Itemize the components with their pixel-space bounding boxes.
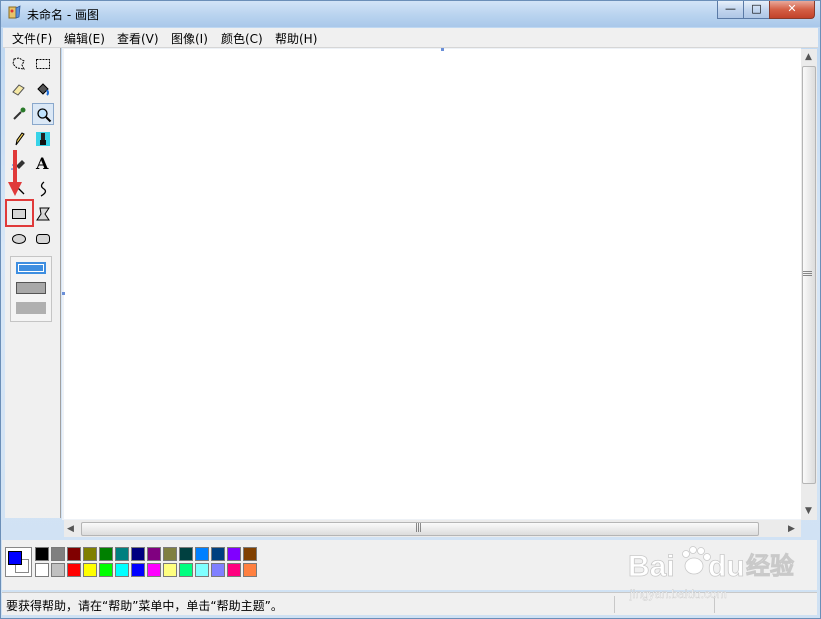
brush-icon <box>36 132 50 146</box>
svg-text:经验: 经验 <box>746 552 794 580</box>
ellipse-icon <box>12 234 26 244</box>
color-swatch[interactable] <box>243 547 257 561</box>
menu-image[interactable]: 图像(I) <box>171 30 208 47</box>
color-swatch[interactable] <box>67 547 81 561</box>
color-swatch[interactable] <box>115 547 129 561</box>
maximize-button[interactable]: □ <box>743 1 770 19</box>
resize-handle-top[interactable] <box>441 48 444 51</box>
color-swatch[interactable] <box>179 547 193 561</box>
baidu-jingyan-watermark: Bai du 经验 jingyan.baidu.com <box>622 536 812 606</box>
color-swatch[interactable] <box>51 547 65 561</box>
curve-icon <box>40 181 47 197</box>
tool-brush[interactable] <box>32 128 54 150</box>
magnifier-icon <box>37 108 52 123</box>
close-icon: ✕ <box>787 2 797 15</box>
foreground-color-swatch[interactable] <box>8 551 22 565</box>
tool-rounded-rect[interactable] <box>32 228 54 250</box>
color-swatch[interactable] <box>211 547 225 561</box>
menu-view[interactable]: 查看(V) <box>117 30 159 47</box>
rectangle-tool-highlight <box>5 199 34 227</box>
svg-text:Bai: Bai <box>628 550 675 583</box>
color-swatch[interactable] <box>179 563 193 577</box>
tool-magnifier[interactable] <box>32 103 54 125</box>
color-swatch[interactable] <box>83 547 97 561</box>
scroll-up-icon[interactable]: ▲ <box>805 52 812 62</box>
fill-bucket-icon <box>37 83 49 96</box>
paint-app-icon <box>7 5 23 21</box>
color-swatch[interactable] <box>99 547 113 561</box>
svg-text:du: du <box>708 550 745 583</box>
tool-eraser[interactable] <box>8 78 30 100</box>
color-swatch[interactable] <box>147 547 161 561</box>
rect-select-icon <box>36 59 50 69</box>
color-swatch[interactable] <box>195 547 209 561</box>
color-swatch[interactable] <box>195 563 209 577</box>
fill-option-outline-fill[interactable] <box>16 282 46 294</box>
pencil-icon <box>15 132 25 146</box>
status-separator <box>614 596 615 613</box>
color-swatch[interactable] <box>99 563 113 577</box>
minimize-icon: — <box>725 2 736 15</box>
tool-rect-select[interactable] <box>32 53 54 75</box>
color-swatch[interactable] <box>227 563 241 577</box>
toolbox: A <box>5 48 61 518</box>
eyedropper-icon <box>13 107 26 120</box>
color-swatch[interactable] <box>131 547 145 561</box>
color-swatch[interactable] <box>35 547 49 561</box>
tool-polygon[interactable] <box>32 203 54 225</box>
fill-option-outline[interactable] <box>16 262 46 274</box>
close-button[interactable]: ✕ <box>769 1 815 19</box>
color-swatch[interactable] <box>35 563 49 577</box>
menu-edit[interactable]: 编辑(E) <box>64 30 105 47</box>
color-swatch[interactable] <box>211 563 225 577</box>
svg-text:jingyan.baidu.com: jingyan.baidu.com <box>629 587 727 601</box>
tool-pencil[interactable] <box>8 128 30 150</box>
tool-free-select[interactable] <box>8 53 30 75</box>
menu-bar: 文件(F) 编辑(E) 查看(V) 图像(I) 颜色(C) 帮助(H) <box>3 28 818 48</box>
outline-swatch <box>18 264 44 272</box>
tool-text[interactable]: A <box>32 153 54 175</box>
window-title: 未命名 - 画图 <box>27 8 99 22</box>
color-swatch[interactable] <box>131 563 145 577</box>
title-bar[interactable]: 未命名 - 画图 — □ ✕ <box>1 1 820 27</box>
color-swatch[interactable] <box>83 563 97 577</box>
color-swatch[interactable] <box>147 563 161 577</box>
color-swatch[interactable] <box>67 563 81 577</box>
polygon-icon <box>36 207 50 221</box>
menu-file[interactable]: 文件(F) <box>12 30 52 47</box>
menu-colors[interactable]: 颜色(C) <box>221 30 263 47</box>
baidu-logo: Bai du 经验 jingyan.baidu.com <box>628 546 794 601</box>
eraser-icon <box>12 84 25 96</box>
color-swatch[interactable] <box>115 563 129 577</box>
minimize-button[interactable]: — <box>717 1 744 19</box>
vertical-grip-icon: ||| <box>802 269 813 277</box>
text-icon: A <box>36 154 49 173</box>
scroll-left-icon[interactable]: ◀ <box>67 524 74 534</box>
tool-eyedropper[interactable] <box>8 103 30 125</box>
menu-help[interactable]: 帮助(H) <box>275 30 317 47</box>
free-select-icon <box>12 57 25 70</box>
tool-fill[interactable] <box>32 78 54 100</box>
color-swatch[interactable] <box>243 563 257 577</box>
tool-ellipse[interactable] <box>8 228 30 250</box>
down-arrow-icon <box>8 150 22 196</box>
resize-handle-left[interactable] <box>62 292 65 295</box>
maximize-icon: □ <box>751 2 762 15</box>
tool-curve[interactable] <box>32 178 54 200</box>
color-swatch[interactable] <box>227 547 241 561</box>
fill-option-fill-only[interactable] <box>16 302 46 314</box>
color-swatch[interactable] <box>163 563 177 577</box>
scroll-down-icon[interactable]: ▼ <box>805 506 812 516</box>
fill-style-options <box>10 256 52 322</box>
color-swatch[interactable] <box>51 563 65 577</box>
horizontal-grip-icon: ||| <box>415 523 422 533</box>
rounded-rect-icon <box>36 234 50 244</box>
scroll-right-icon[interactable]: ▶ <box>788 524 795 534</box>
color-swatch[interactable] <box>163 547 177 561</box>
status-text: 要获得帮助，请在“帮助”菜单中，单击“帮助主题”。 <box>6 599 283 613</box>
drawing-canvas[interactable] <box>64 49 801 519</box>
